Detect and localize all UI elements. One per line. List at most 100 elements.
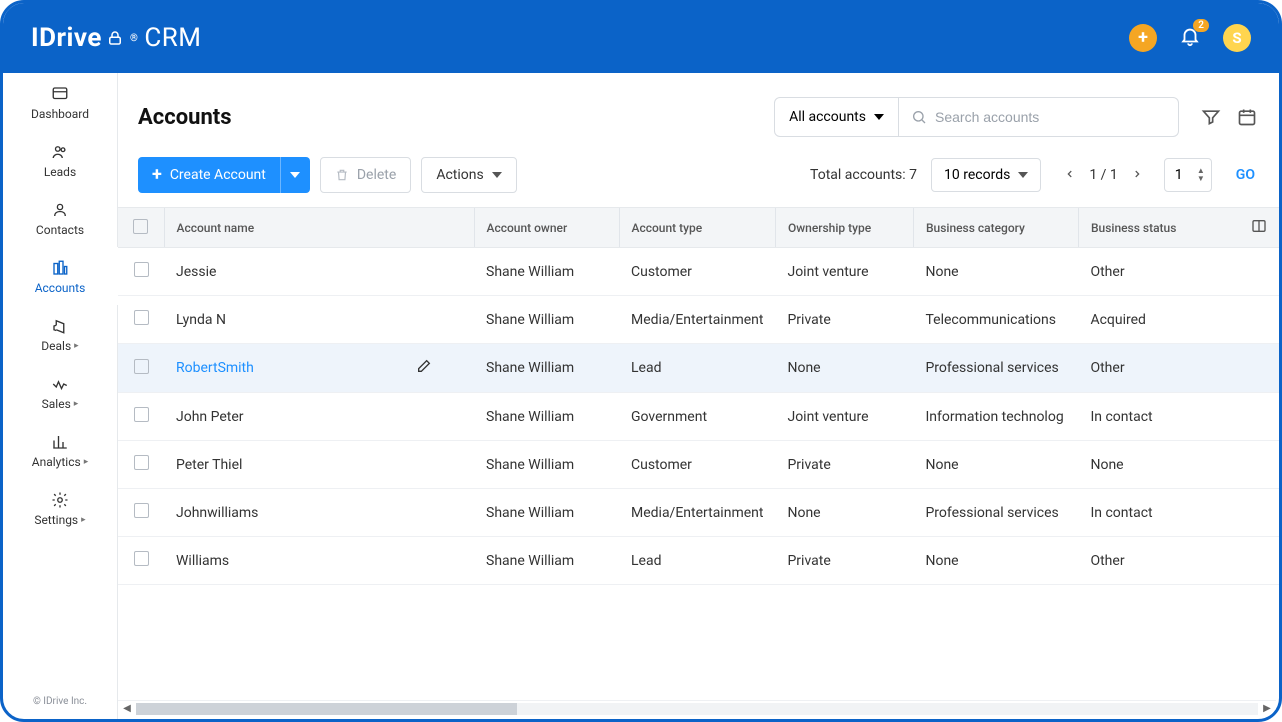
table-row[interactable]: RobertSmithShane WilliamLeadNoneProfessi… [118, 344, 1279, 393]
pager-prev[interactable] [1061, 163, 1079, 187]
cell-account-name: Jessie [164, 248, 474, 296]
notifications-button[interactable]: 2 [1179, 25, 1201, 51]
th-account-type[interactable]: Account type [619, 208, 775, 248]
th-business-status[interactable]: Business status [1078, 208, 1239, 248]
page-input[interactable]: 1 ▲ ▼ [1164, 158, 1212, 192]
row-checkbox[interactable] [134, 262, 149, 277]
calendar-icon-button[interactable] [1235, 105, 1259, 129]
row-checkbox[interactable] [134, 455, 149, 470]
delete-button[interactable]: Delete [320, 157, 411, 193]
account-name-link[interactable]: Williams [176, 553, 229, 569]
th-account-owner[interactable]: Account owner [474, 208, 619, 248]
records-label: 10 records [944, 167, 1010, 183]
table-row[interactable]: Lynda N Shane WilliamMedia/EntertainmentP… [118, 296, 1279, 344]
notifications-badge: 2 [1193, 19, 1209, 32]
account-name-link[interactable]: John Peter [176, 409, 244, 425]
sidebar-item-label: Contacts [36, 223, 84, 237]
cell-ownership-type: Private [775, 296, 913, 344]
add-button[interactable]: + [1129, 24, 1157, 52]
cell-business-status: Other [1078, 344, 1239, 393]
cell-checkbox [118, 441, 164, 489]
create-account-split[interactable] [280, 157, 310, 193]
row-checkbox[interactable] [134, 310, 149, 325]
table-row[interactable]: Johnwilliams Shane WilliamMedia/Entertain… [118, 489, 1279, 537]
cell-checkbox [118, 248, 164, 296]
scroll-right-arrow[interactable]: ▶ [1260, 702, 1274, 716]
sidebar-item-label: Leads [44, 165, 76, 179]
scroll-track[interactable] [136, 703, 1258, 715]
total-value: 7 [909, 167, 917, 183]
sidebar-item-sales[interactable]: Sales▸ [3, 363, 117, 421]
table-row[interactable]: John PeterShane WilliamGovernmentJoint v… [118, 393, 1279, 441]
scroll-left-arrow[interactable]: ◀ [120, 702, 134, 716]
account-name-link[interactable]: Jessie [176, 264, 216, 280]
cell-account-type: Media/Entertainment [619, 296, 775, 344]
cell-business-status: In contact [1078, 489, 1239, 537]
actions-label: Actions [436, 167, 483, 183]
cell-account-owner: Shane William [474, 393, 619, 441]
cell-ownership-type: Joint venture [775, 393, 913, 441]
sidebar-item-dashboard[interactable]: Dashboard [3, 73, 117, 131]
cell-business-status: Acquired [1078, 296, 1239, 344]
analytics-icon [51, 433, 69, 451]
scroll-thumb[interactable] [136, 703, 517, 715]
cell-account-type: Customer [619, 441, 775, 489]
topbar-right: + 2 S [1129, 24, 1251, 52]
table-row[interactable]: Peter ThielShane WilliamCustomerPrivateN… [118, 441, 1279, 489]
chevron-right-icon: ▸ [84, 457, 89, 467]
account-name-link[interactable]: Lynda N [176, 312, 226, 328]
row-checkbox[interactable] [134, 359, 149, 374]
contacts-icon [51, 201, 69, 219]
leads-icon [51, 143, 69, 161]
total-prefix: Total accounts: [810, 167, 906, 183]
cell-empty [1239, 393, 1279, 441]
create-account-main[interactable]: + Create Account [138, 157, 280, 193]
cell-empty [1239, 344, 1279, 393]
cell-account-owner: Shane William [474, 296, 619, 344]
avatar[interactable]: S [1223, 24, 1251, 52]
account-name-link[interactable]: RobertSmith [176, 360, 254, 376]
logo: IDrive ® CRM [31, 23, 201, 53]
row-checkbox[interactable] [134, 551, 149, 566]
filter-select[interactable]: All accounts [774, 97, 899, 137]
deals-icon [51, 317, 69, 335]
page-spinner[interactable]: ▲ ▼ [1197, 167, 1205, 183]
account-name-link[interactable]: Johnwilliams [176, 505, 258, 521]
filter-icon-button[interactable] [1199, 105, 1223, 129]
row-checkbox[interactable] [134, 407, 149, 422]
sidebar-item-analytics[interactable]: Analytics▸ [3, 421, 117, 479]
cell-checkbox [118, 393, 164, 441]
cell-account-name: John Peter [164, 393, 474, 441]
th-business-category[interactable]: Business category [913, 208, 1078, 248]
edit-icon[interactable] [416, 358, 432, 378]
table-header-row: Account name Account owner Account type … [118, 208, 1279, 248]
horizontal-scrollbar[interactable]: ◀ ▶ [118, 700, 1276, 716]
search-input[interactable] [935, 109, 1166, 125]
select-all-checkbox[interactable] [133, 219, 148, 234]
records-select[interactable]: 10 records [931, 158, 1041, 192]
cell-ownership-type: Private [775, 441, 913, 489]
pager-next[interactable] [1128, 163, 1146, 187]
go-button[interactable]: GO [1232, 161, 1259, 189]
th-columns-picker[interactable] [1239, 208, 1279, 248]
chevron-down-icon [1018, 172, 1028, 178]
cell-account-type: Media/Entertainment [619, 489, 775, 537]
sidebar-item-leads[interactable]: Leads [3, 131, 117, 189]
sidebar-item-contacts[interactable]: Contacts [3, 189, 117, 247]
sidebar-item-settings[interactable]: Settings▸ [3, 479, 117, 537]
accounts-icon [51, 259, 69, 277]
cell-account-owner: Shane William [474, 537, 619, 585]
account-name-link[interactable]: Peter Thiel [176, 457, 242, 473]
sidebar-item-deals[interactable]: Deals▸ [3, 305, 117, 363]
search-wrap [899, 97, 1179, 137]
cell-account-owner: Shane William [474, 489, 619, 537]
page-title: Accounts [138, 105, 762, 130]
th-ownership-type[interactable]: Ownership type [775, 208, 913, 248]
table-row[interactable]: WilliamsShane WilliamLeadPrivateNoneOthe… [118, 537, 1279, 585]
cell-ownership-type: Joint venture [775, 248, 913, 296]
table-row[interactable]: JessieShane WilliamCustomerJoint venture… [118, 248, 1279, 296]
sidebar-item-accounts[interactable]: Accounts [3, 247, 117, 305]
row-checkbox[interactable] [134, 503, 149, 518]
th-account-name[interactable]: Account name [164, 208, 474, 248]
actions-button[interactable]: Actions [421, 157, 516, 193]
